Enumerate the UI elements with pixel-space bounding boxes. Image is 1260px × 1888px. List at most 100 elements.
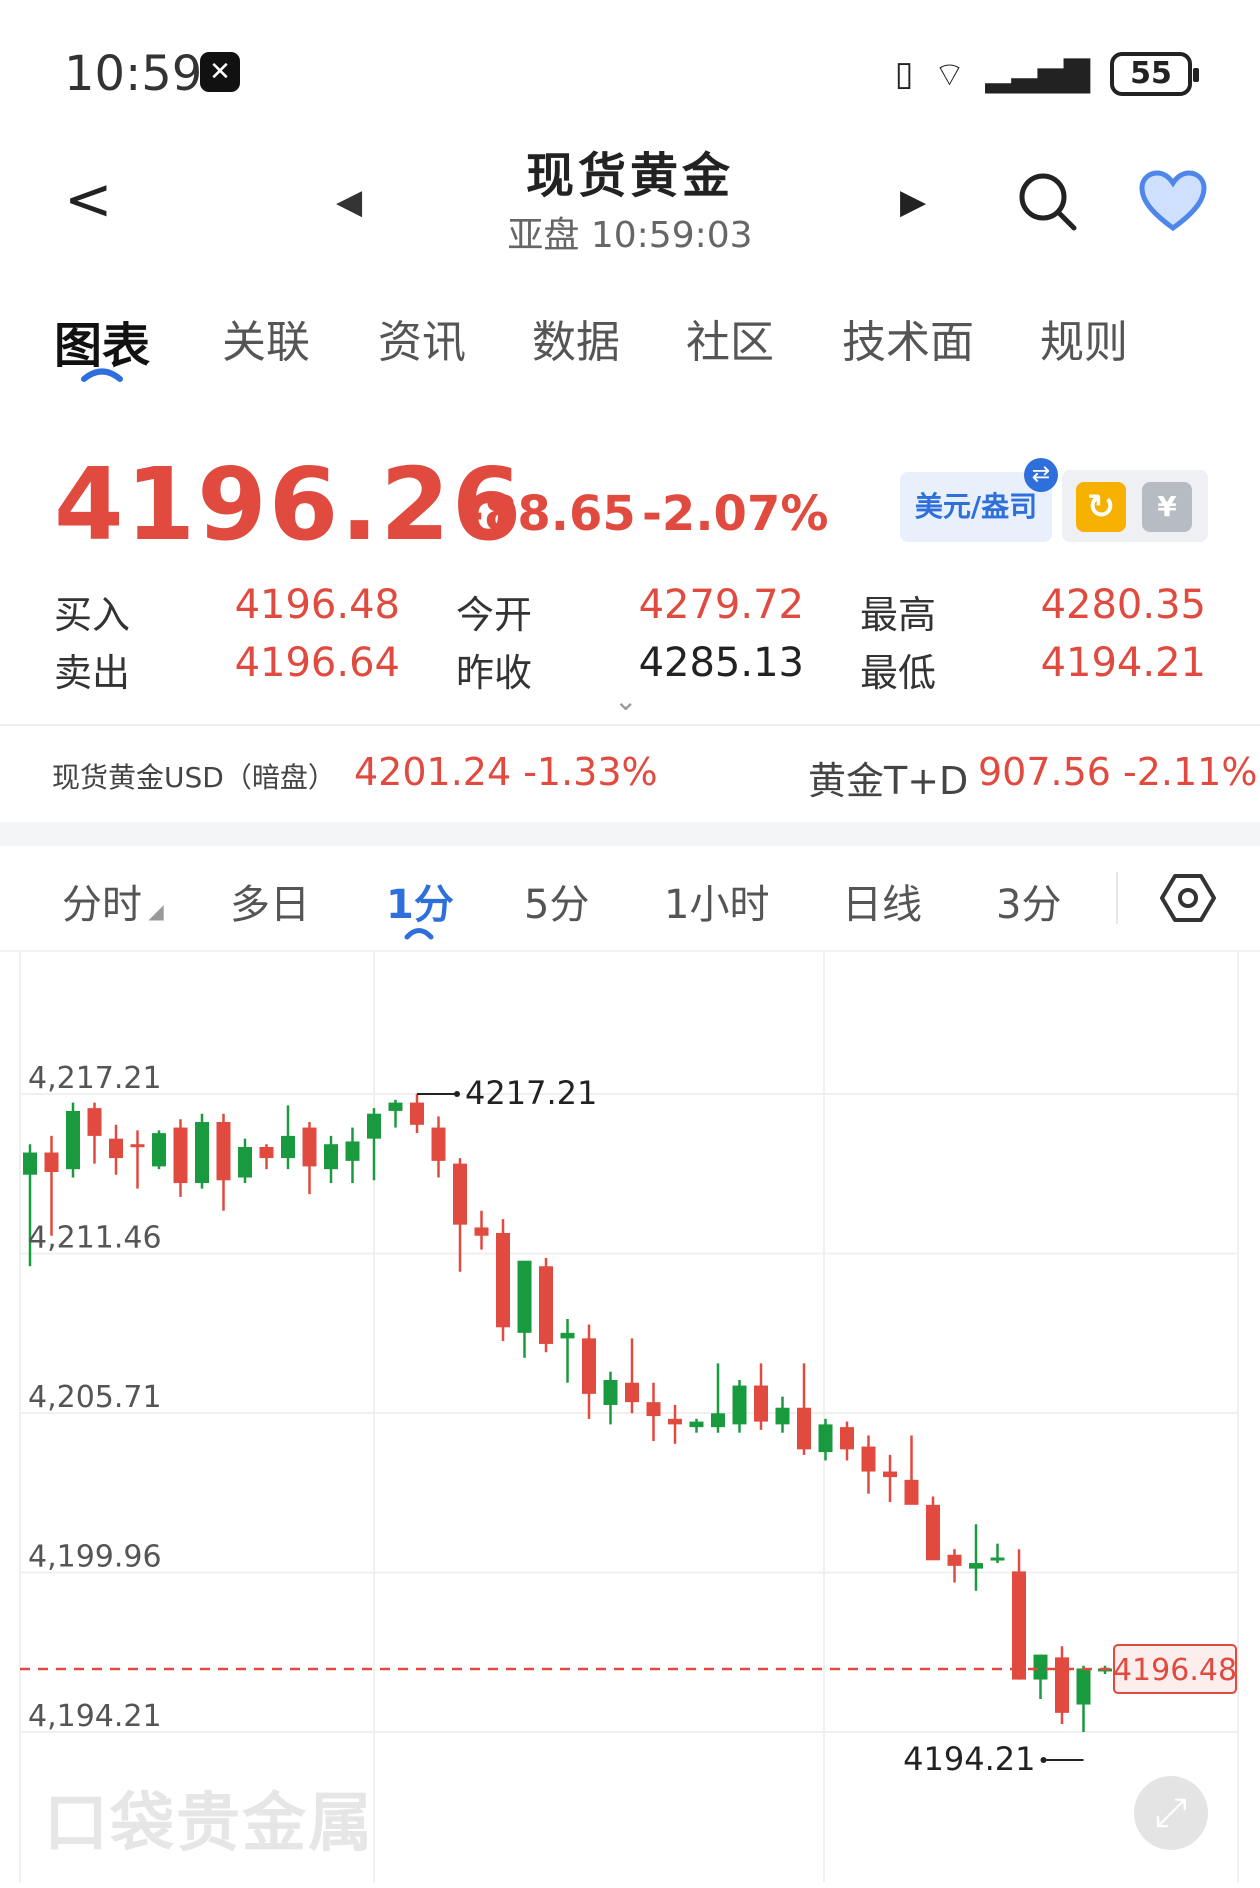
candle-body (195, 1122, 209, 1184)
y-axis-tick-label: 4,211.46 (28, 1221, 162, 1256)
candle-body (990, 1557, 1005, 1561)
high-label: 最高 (860, 593, 937, 637)
candle-body (66, 1110, 80, 1170)
sell-label: 卖出 (54, 651, 131, 695)
candle-body (302, 1127, 317, 1167)
candle-body (44, 1152, 59, 1172)
active-period-indicator (404, 928, 434, 940)
vibrate-icon: ▯ (894, 54, 914, 94)
candle-body (324, 1144, 338, 1170)
wifi-icon: ⌔ (933, 54, 966, 95)
sell-value: 4196.64 (234, 640, 400, 686)
tab-data[interactable]: 数据 (532, 306, 620, 370)
next-instrument-icon[interactable]: ▶ (900, 182, 926, 222)
candle-body (87, 1108, 102, 1136)
tab-news[interactable]: 资讯 (378, 306, 466, 370)
open-value: 4279.72 (638, 582, 804, 628)
price-change-percent: -2.07% (642, 486, 829, 542)
chart-settings-icon[interactable] (1160, 870, 1216, 926)
candle-body (603, 1379, 618, 1405)
candle-body (775, 1407, 790, 1425)
related-item-2-value[interactable]: 907.56 -2.11% (978, 750, 1257, 794)
related-item-1-name[interactable]: 现货黄金USD（暗盘） (52, 756, 336, 796)
candle-body (668, 1418, 682, 1425)
period-1min[interactable]: 1分 (386, 872, 454, 930)
candle-body (818, 1424, 833, 1453)
candle-body (173, 1127, 188, 1184)
candle-body (539, 1266, 553, 1344)
y-axis-tick-label: 4,205.71 (28, 1380, 162, 1415)
candle-body (840, 1427, 854, 1450)
fullscreen-icon[interactable]: ⤢ (1134, 1776, 1208, 1850)
candle-body (689, 1421, 704, 1428)
tab-technical[interactable]: 技术面 (842, 306, 974, 370)
back-icon[interactable]: < (64, 170, 113, 228)
candle-body (582, 1338, 596, 1394)
period-5min[interactable]: 5分 (524, 872, 589, 930)
candle-body (367, 1113, 381, 1139)
candle-body (109, 1138, 123, 1159)
candle-body (1033, 1654, 1048, 1680)
previous-instrument-icon[interactable]: ◀ (336, 182, 362, 222)
status-icons: ▯ ⌔ ▂▃▅▇ 55 (894, 52, 1199, 96)
capcut-app-icon: ✕ (200, 52, 240, 92)
candle-body (345, 1141, 360, 1161)
candle-body (517, 1260, 532, 1333)
section-tabs: 图表 关联 资讯 数据 社区 技术面 规则 (0, 290, 1260, 400)
signal-icon: ▂▃▅▇ (985, 54, 1090, 94)
period-daily[interactable]: 日线 (842, 872, 922, 930)
period-1hour[interactable]: 1小时 (664, 872, 769, 930)
min-marker-dot (1040, 1757, 1047, 1763)
candlestick-chart[interactable]: 4,217.21 4,211.46 4,205.71 4,199.96 4,194.21… (0, 952, 1260, 1888)
candle-body (797, 1407, 811, 1450)
low-label: 最低 (860, 651, 937, 695)
candle-body (646, 1402, 661, 1417)
current-price-label: 4196.48 (1113, 1653, 1237, 1688)
buy-label: 买入 (54, 593, 131, 637)
tab-community[interactable]: 社区 (686, 306, 774, 370)
candle-body (926, 1504, 940, 1561)
favorite-heart-icon[interactable] (1138, 170, 1208, 232)
candle-body (754, 1385, 768, 1422)
period-multiday[interactable]: 多日 (230, 872, 310, 930)
related-item-2-name[interactable]: 黄金T+D (808, 750, 968, 805)
max-price-label: 4217.21 (465, 1074, 597, 1112)
candle-body (216, 1122, 231, 1181)
refresh-icon[interactable]: ↻ (1076, 482, 1126, 532)
section-gap (0, 822, 1260, 846)
candle-body (1076, 1668, 1091, 1705)
candle-body (431, 1127, 446, 1161)
tab-related[interactable]: 关联 (222, 306, 310, 370)
period-selector: 分时 ◢ 多日 1分 5分 1小时 日线 3分 (0, 846, 1260, 952)
buy-value: 4196.48 (234, 582, 400, 628)
candle-body (861, 1446, 876, 1472)
battery-indicator: 55 (1110, 52, 1199, 96)
min-price-label: 4194.21 (903, 1740, 1035, 1778)
chart-canvas[interactable]: 4,217.21 4,211.46 4,205.71 4,199.96 4,194.21… (0, 952, 1260, 1888)
candle-body (496, 1232, 510, 1328)
active-tab-indicator (81, 368, 123, 382)
status-time: 10:59 (64, 46, 203, 102)
current-price: 4196.26 (54, 446, 524, 563)
period-timeshare[interactable]: 分时 ◢ (62, 872, 164, 930)
candle-body (1012, 1571, 1026, 1680)
search-icon[interactable] (1016, 170, 1078, 232)
watermark-logo: 口袋贵金属 (44, 1787, 374, 1861)
candle-body (238, 1146, 252, 1178)
chevron-down-icon[interactable]: ⌄ (614, 684, 637, 717)
candle-body (947, 1554, 962, 1566)
period-3min[interactable]: 3分 (996, 872, 1061, 930)
max-marker-dot (454, 1091, 460, 1097)
candle-body (453, 1163, 467, 1225)
low-value: 4194.21 (1040, 640, 1206, 686)
prev-close-value: 4285.13 (638, 640, 804, 686)
candle-body (23, 1152, 37, 1175)
related-item-1-value[interactable]: 4201.24 -1.33% (354, 750, 658, 794)
exchange-icon[interactable]: ¥ (1142, 482, 1192, 532)
candle-body (410, 1102, 424, 1125)
related-quotes: 现货黄金USD（暗盘） 4201.24 -1.33% 黄金T+D 907.56 … (0, 726, 1260, 822)
tab-rules[interactable]: 规则 (1040, 306, 1128, 370)
high-value: 4280.35 (1040, 582, 1206, 628)
swap-icon[interactable]: ⇄ (1024, 458, 1058, 492)
tool-buttons: ↻ ¥ (1062, 470, 1208, 542)
